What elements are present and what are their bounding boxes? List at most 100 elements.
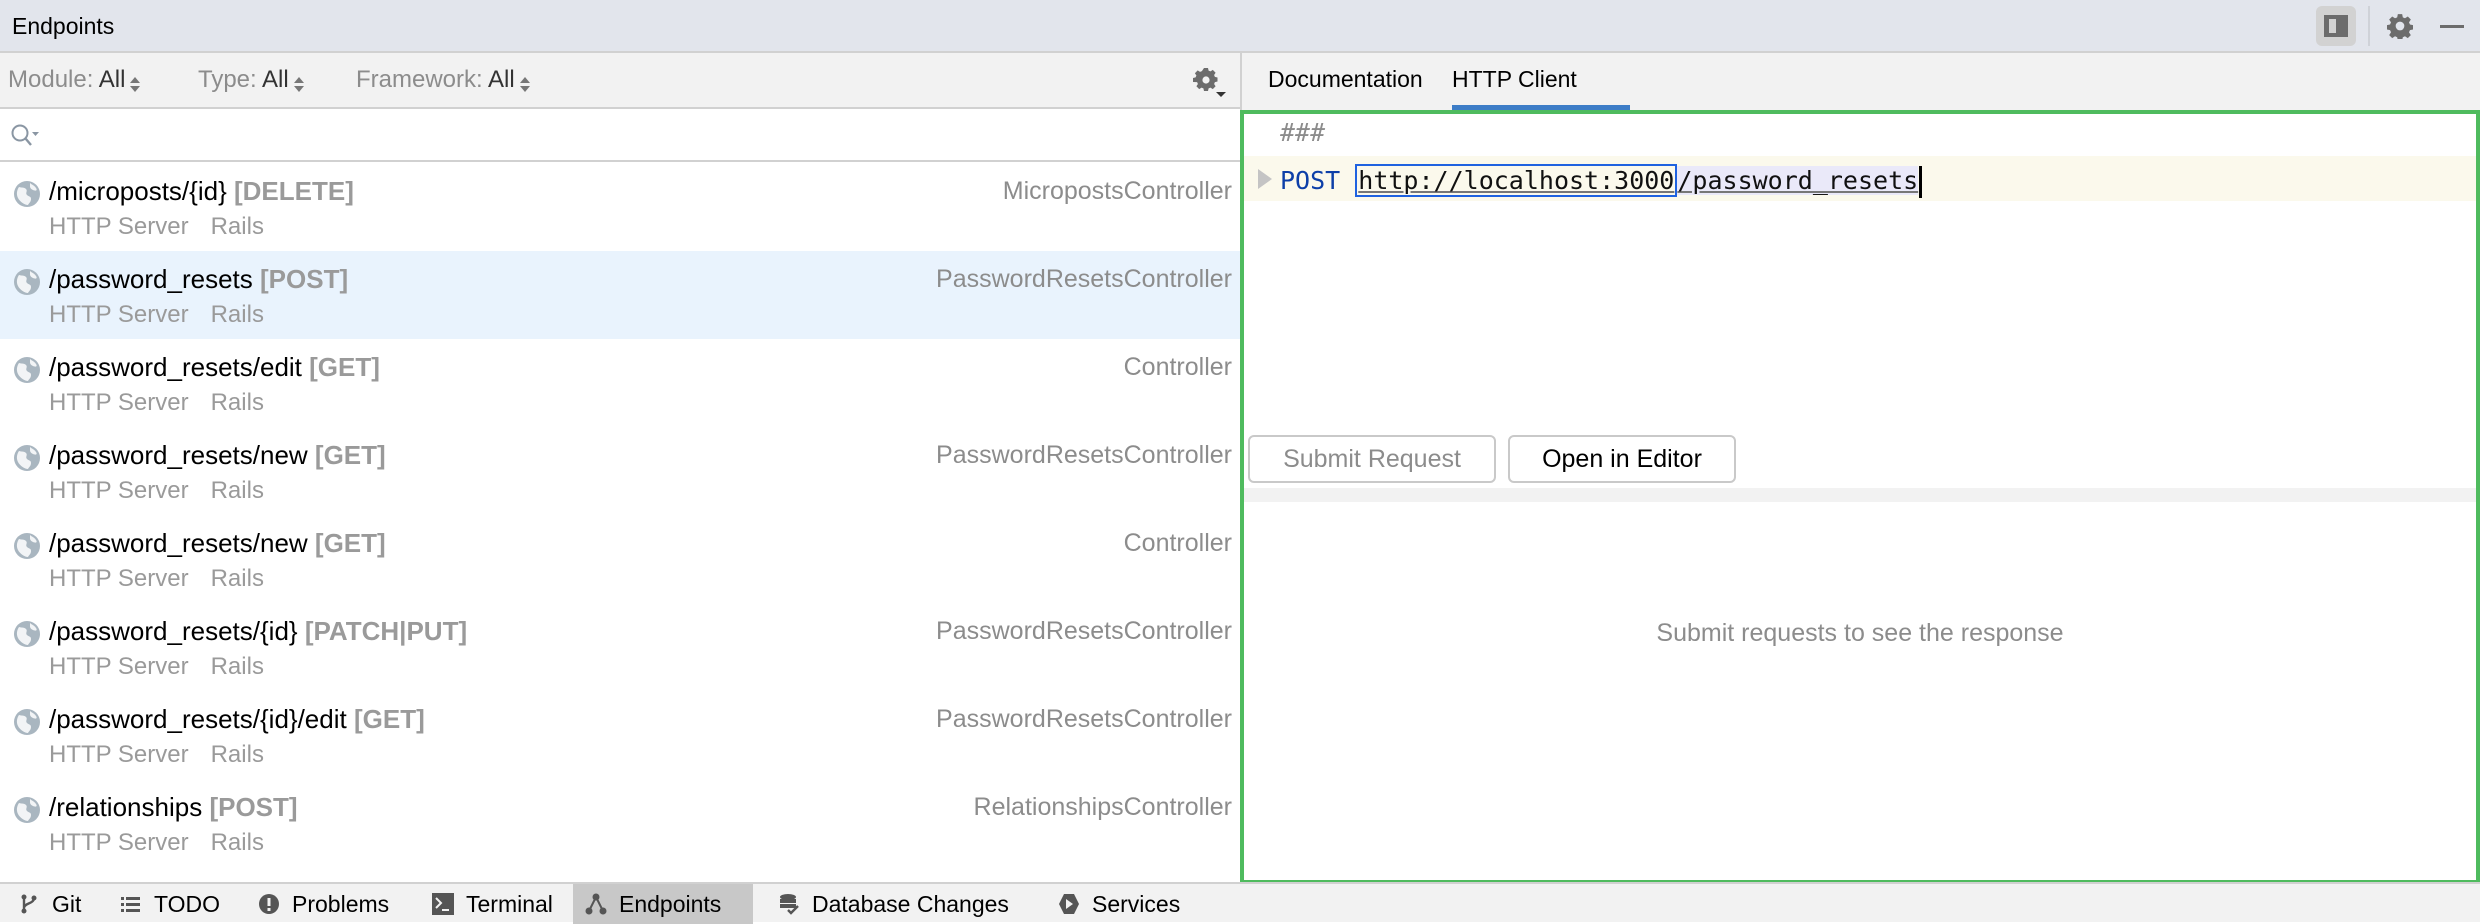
endpoint-row[interactable]: /relationships [POST] HTTP Server Rails Rel… xyxy=(0,779,1240,867)
globe-icon xyxy=(14,797,40,823)
endpoint-controller: PasswordResetsController xyxy=(936,441,1232,469)
toolbar-item-git[interactable]: Git xyxy=(6,884,93,924)
endpoint-meta: HTTP Server Rails xyxy=(49,653,264,681)
minimize-button[interactable] xyxy=(2432,6,2472,46)
run-request-gutter-icon[interactable] xyxy=(1258,169,1272,189)
endpoint-path: /microposts/{id} [DELETE] xyxy=(49,176,354,207)
endpoint-meta: HTTP Server Rails xyxy=(49,565,264,593)
endpoint-method: [POST] xyxy=(209,792,298,822)
endpoint-server-type: HTTP Server xyxy=(49,477,189,504)
endpoint-framework: Rails xyxy=(210,741,264,768)
endpoint-row[interactable]: /password_resets/new [GET] HTTP Server Rai… xyxy=(0,515,1240,603)
settings-button[interactable] xyxy=(2380,6,2420,46)
module-filter[interactable]: Module: All xyxy=(8,66,141,94)
endpoint-server-type: HTTP Server xyxy=(49,741,189,768)
toolbar-item-label: Git xyxy=(52,890,82,917)
endpoint-meta: HTTP Server Rails xyxy=(49,213,264,241)
terminal-icon xyxy=(432,893,454,915)
endpoint-meta: HTTP Server Rails xyxy=(49,301,264,329)
endpoint-framework: Rails xyxy=(210,477,264,504)
type-filter-value: All xyxy=(262,66,289,93)
module-filter-value: All xyxy=(98,66,126,93)
endpoint-row[interactable]: /password_resets/new [GET] HTTP Server Rai… xyxy=(0,427,1240,515)
endpoint-controller: Controller xyxy=(1123,353,1232,381)
globe-icon xyxy=(14,181,40,207)
framework-filter-label: Framework: xyxy=(356,66,483,93)
toolbar-item-label: Terminal xyxy=(466,890,553,917)
request-separator[interactable]: ### xyxy=(1280,118,1325,154)
endpoint-row[interactable]: /password_resets [POST] HTTP Server Rails P… xyxy=(0,251,1240,339)
detail-tabs: Documentation HTTP Client xyxy=(1242,53,2480,110)
tab-http-client[interactable]: HTTP Client xyxy=(1452,66,1577,110)
toolbar-item-services[interactable]: Services xyxy=(1046,884,1192,924)
endpoint-meta: HTTP Server Rails xyxy=(49,741,264,769)
filter-toolbar: Module: All Type: All Framework: All xyxy=(0,53,1240,109)
search-bar xyxy=(0,109,1240,162)
module-filter-label: Module: xyxy=(8,66,94,93)
endpoint-row[interactable]: /microposts/{id} [DELETE] HTTP Server Rail… xyxy=(0,163,1240,251)
endpoint-server-type: HTTP Server xyxy=(49,213,189,240)
endpoint-framework: Rails xyxy=(210,301,264,328)
endpoint-url: /password_resets/edit xyxy=(49,352,302,382)
response-placeholder: Submit requests to see the response xyxy=(1656,619,2064,647)
submit-request-button[interactable]: Submit Request xyxy=(1248,435,1496,483)
toolbar-item-todo[interactable]: TODO xyxy=(108,884,232,924)
open-in-editor-button[interactable]: Open in Editor xyxy=(1508,435,1736,483)
endpoint-method: [DELETE] xyxy=(233,176,354,206)
globe-icon xyxy=(14,269,40,295)
endpoint-path: /password_resets/edit [GET] xyxy=(49,352,380,383)
toolbar-item-label: Endpoints xyxy=(619,890,722,917)
http-client-panel: ### POST http://localhost:3000/password_… xyxy=(1240,110,2480,884)
endpoint-server-type: HTTP Server xyxy=(49,653,189,680)
toolbar-item-endpoints[interactable]: Endpoints xyxy=(573,884,753,924)
database-changes-icon xyxy=(780,894,799,915)
toolbar-item-database-changes[interactable]: Database Changes xyxy=(766,884,1021,924)
endpoint-path: /password_resets [POST] xyxy=(49,264,348,295)
framework-filter[interactable]: Framework: All xyxy=(356,66,530,94)
list-icon xyxy=(121,897,140,912)
endpoint-meta: HTTP Server Rails xyxy=(49,389,264,417)
endpoint-meta: HTTP Server Rails xyxy=(49,477,264,505)
text-caret xyxy=(1919,166,1923,198)
globe-icon xyxy=(14,533,40,559)
problems-icon xyxy=(259,894,279,914)
filter-settings-button[interactable] xyxy=(1192,65,1226,99)
endpoint-url: /password_resets/{id}/edit xyxy=(49,704,347,734)
globe-icon xyxy=(14,621,40,647)
type-filter[interactable]: Type: All xyxy=(198,66,304,94)
endpoint-meta: HTTP Server Rails xyxy=(49,829,264,857)
search-input[interactable] xyxy=(46,117,1226,153)
endpoint-server-type: HTTP Server xyxy=(49,565,189,592)
toolbar-item-problems[interactable]: Problems xyxy=(246,884,401,924)
url-path[interactable]: /password_resets xyxy=(1677,166,1919,195)
endpoint-method: [GET] xyxy=(314,440,386,470)
endpoint-controller: PasswordResetsController xyxy=(936,705,1232,733)
endpoint-framework: Rails xyxy=(210,653,264,680)
git-branch-icon xyxy=(21,894,37,914)
endpoint-method: [PATCH|PUT] xyxy=(304,616,468,646)
request-line[interactable]: POST http://localhost:3000/password_rese… xyxy=(1280,164,1923,198)
endpoint-path: /password_resets/{id}/edit [GET] xyxy=(49,704,425,735)
endpoints-icon xyxy=(585,893,607,915)
endpoint-server-type: HTTP Server xyxy=(49,301,189,328)
endpoint-framework: Rails xyxy=(210,389,264,416)
endpoint-method: [POST] xyxy=(260,264,349,294)
search-icon[interactable] xyxy=(10,123,40,149)
endpoint-row[interactable]: /password_resets/edit [GET] HTTP Server Ra… xyxy=(0,339,1240,427)
services-icon xyxy=(1059,894,1079,914)
tab-documentation[interactable]: Documentation xyxy=(1268,66,1423,110)
endpoint-row[interactable]: /password_resets/{id}/edit [GET] HTTP Ser… xyxy=(0,691,1240,779)
url-host[interactable]: http://localhost:3000 xyxy=(1355,164,1678,197)
tool-window-header: Endpoints xyxy=(0,0,2480,53)
layout-toggle-button[interactable] xyxy=(2316,6,2356,46)
endpoint-url: /password_resets/new xyxy=(49,440,308,470)
endpoint-row[interactable]: /password_resets/{id} [PATCH|PUT] HTTP Se… xyxy=(0,603,1240,691)
endpoint-server-type: HTTP Server xyxy=(49,829,189,856)
toolbar-item-label: Problems xyxy=(292,890,390,917)
response-splitter[interactable] xyxy=(1244,488,2476,502)
endpoint-method: [GET] xyxy=(353,704,425,734)
endpoints-list-panel: Module: All Type: All Framework: All /mi… xyxy=(0,53,1240,882)
http-method: POST xyxy=(1280,166,1341,195)
endpoint-url: /password_resets/{id} xyxy=(49,616,298,646)
toolbar-item-terminal[interactable]: Terminal xyxy=(420,884,565,924)
